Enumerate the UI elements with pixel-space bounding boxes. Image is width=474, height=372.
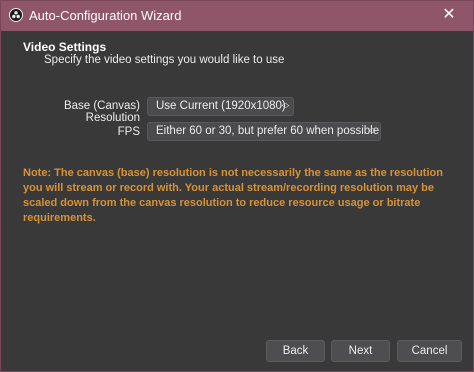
base-resolution-label: Base (Canvas) Resolution	[63, 100, 140, 124]
next-button[interactable]: Next	[331, 340, 390, 362]
close-button[interactable]: ✕	[439, 5, 459, 25]
fps-value: Either 60 or 30, but prefer 60 when poss…	[156, 125, 380, 137]
fps-combo[interactable]: Either 60 or 30, but prefer 60 when poss…	[147, 122, 381, 141]
chevron-up-down-icon: ︿ ﹀	[281, 98, 290, 114]
section-subtitle: Specify the video settings you would lik…	[44, 54, 285, 66]
resolution-note: Note: The canvas (base) resolution is no…	[23, 167, 443, 224]
title-bar[interactable]: Auto-Configuration Wizard ✕	[1, 1, 473, 31]
window-title: Auto-Configuration Wizard	[29, 8, 182, 23]
cancel-button[interactable]: Cancel	[397, 340, 462, 362]
obs-logo-icon	[9, 8, 23, 22]
section-title: Video Settings	[23, 40, 107, 54]
fps-label: FPS	[117, 126, 140, 138]
wizard-window: Auto-Configuration Wizard ✕ Video Settin…	[0, 0, 474, 372]
back-button[interactable]: Back	[266, 340, 325, 362]
base-resolution-combo[interactable]: Use Current (1920x1080) ︿ ﹀	[147, 97, 294, 116]
base-resolution-value: Use Current (1920x1080)	[156, 100, 286, 112]
chevron-up-down-icon: ︿ ﹀	[368, 123, 377, 139]
